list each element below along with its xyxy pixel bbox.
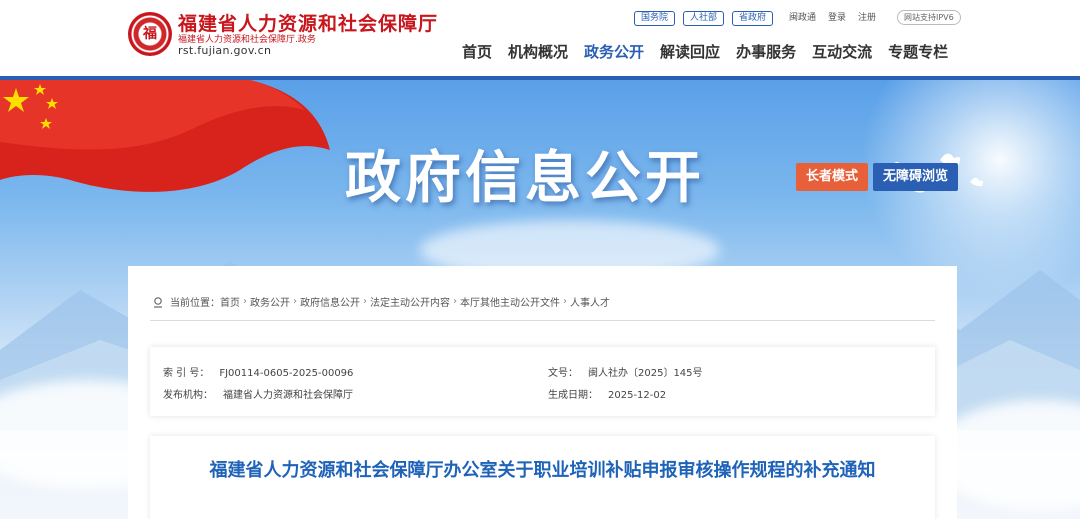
accessibility-button[interactable]: 无障碍浏览 <box>873 163 959 191</box>
pill-ministry[interactable]: 人社部 <box>683 11 725 26</box>
breadcrumb-label: 当前位置： <box>170 298 220 309</box>
meta-index: 索 引 号： FJ00114-0605-2025-00096 <box>163 364 353 379</box>
nav-interpretation[interactable]: 解读回应 <box>660 42 720 62</box>
nav-home[interactable]: 首页 <box>462 42 492 62</box>
breadcrumb-separator: › <box>363 296 367 307</box>
location-icon <box>154 296 162 308</box>
pill-province[interactable]: 省政府 <box>732 11 774 26</box>
banner-title: 政府信息公开 <box>345 146 705 211</box>
breadcrumb: 当前位置： 首页 › 政务公开 › 政府信息公开 › 法定主动公开内容 › 本厅… <box>152 294 610 309</box>
ipv6-badge: 网站支持IPV6 <box>897 10 961 25</box>
breadcrumb-separator: › <box>563 296 567 307</box>
breadcrumb-divider <box>150 320 935 321</box>
nav-services[interactable]: 办事服务 <box>736 42 796 62</box>
breadcrumb-home[interactable]: 首页 <box>220 294 240 309</box>
meta-publisher: 发布机构： 福建省人力资源和社会保障厅 <box>163 386 353 401</box>
nav-gov-affairs[interactable]: 政务公开 <box>584 42 644 62</box>
meta-index-value: FJ00114-0605-2025-00096 <box>219 368 354 379</box>
link-register[interactable]: 注册 <box>858 11 876 25</box>
content-card: 当前位置： 首页 › 政务公开 › 政府信息公开 › 法定主动公开内容 › 本厅… <box>128 266 957 519</box>
breadcrumb-info-disclosure[interactable]: 政府信息公开 <box>300 294 360 309</box>
meta-publisher-label: 发布机构： <box>163 390 213 401</box>
meta-doc-number: 文号： 闽人社办〔2025〕145号 <box>548 364 703 379</box>
breadcrumb-gov-affairs[interactable]: 政务公开 <box>250 294 290 309</box>
breadcrumb-separator: › <box>243 296 247 307</box>
elder-mode-button[interactable]: 长者模式 <box>796 163 869 191</box>
nav-interaction[interactable]: 互动交流 <box>812 42 872 62</box>
main-nav: 首页 机构概况 政务公开 解读回应 办事服务 互动交流 专题专栏 <box>462 42 948 62</box>
link-login[interactable]: 登录 <box>828 11 846 25</box>
meta-index-label: 索 引 号： <box>163 368 210 379</box>
meta-doc-value: 闽人社办〔2025〕145号 <box>588 368 703 379</box>
site-domain: rst.fujian.gov.cn <box>178 44 272 57</box>
meta-date: 生成日期： 2025-12-02 <box>548 386 666 401</box>
meta-date-value: 2025-12-02 <box>608 390 667 401</box>
breadcrumb-personnel[interactable]: 人事人才 <box>570 294 610 309</box>
breadcrumb-statutory[interactable]: 法定主动公开内容 <box>370 294 450 309</box>
seal-character: 福 <box>143 26 157 42</box>
article-title: 福建省人力资源和社会保障厅办公室关于职业培训补贴申报审核操作规程的补充通知 <box>209 460 876 481</box>
site-logo-seal[interactable]: 福 <box>128 12 172 56</box>
meta-publisher-value: 福建省人力资源和社会保障厅 <box>223 390 353 401</box>
meta-date-label: 生成日期： <box>548 390 598 401</box>
pill-state-council[interactable]: 国务院 <box>634 11 676 26</box>
breadcrumb-other-files[interactable]: 本厅其他主动公开文件 <box>460 294 560 309</box>
nav-topics[interactable]: 专题专栏 <box>888 42 948 62</box>
document-meta-box: 索 引 号： FJ00114-0605-2025-00096 发布机构： 福建省人力… <box>150 347 935 416</box>
breadcrumb-separator: › <box>293 296 297 307</box>
site-header: 福 福建省人力资源和社会保障厅 福建省人力资源和社会保障厅.政务 rst.fuj… <box>0 0 1080 78</box>
national-flag-graphic <box>0 80 330 192</box>
article-box: 福建省人力资源和社会保障厅办公室关于职业培训补贴申报审核操作规程的补充通知 <box>150 436 935 519</box>
top-link-pills: 国务院 人社部 省政府 <box>634 11 774 26</box>
breadcrumb-separator: › <box>453 296 457 307</box>
top-links: 闽政通 登录 注册 <box>789 11 876 25</box>
link-mzt[interactable]: 闽政通 <box>789 11 816 25</box>
meta-doc-label: 文号： <box>548 368 578 379</box>
nav-organization[interactable]: 机构概况 <box>508 42 568 62</box>
